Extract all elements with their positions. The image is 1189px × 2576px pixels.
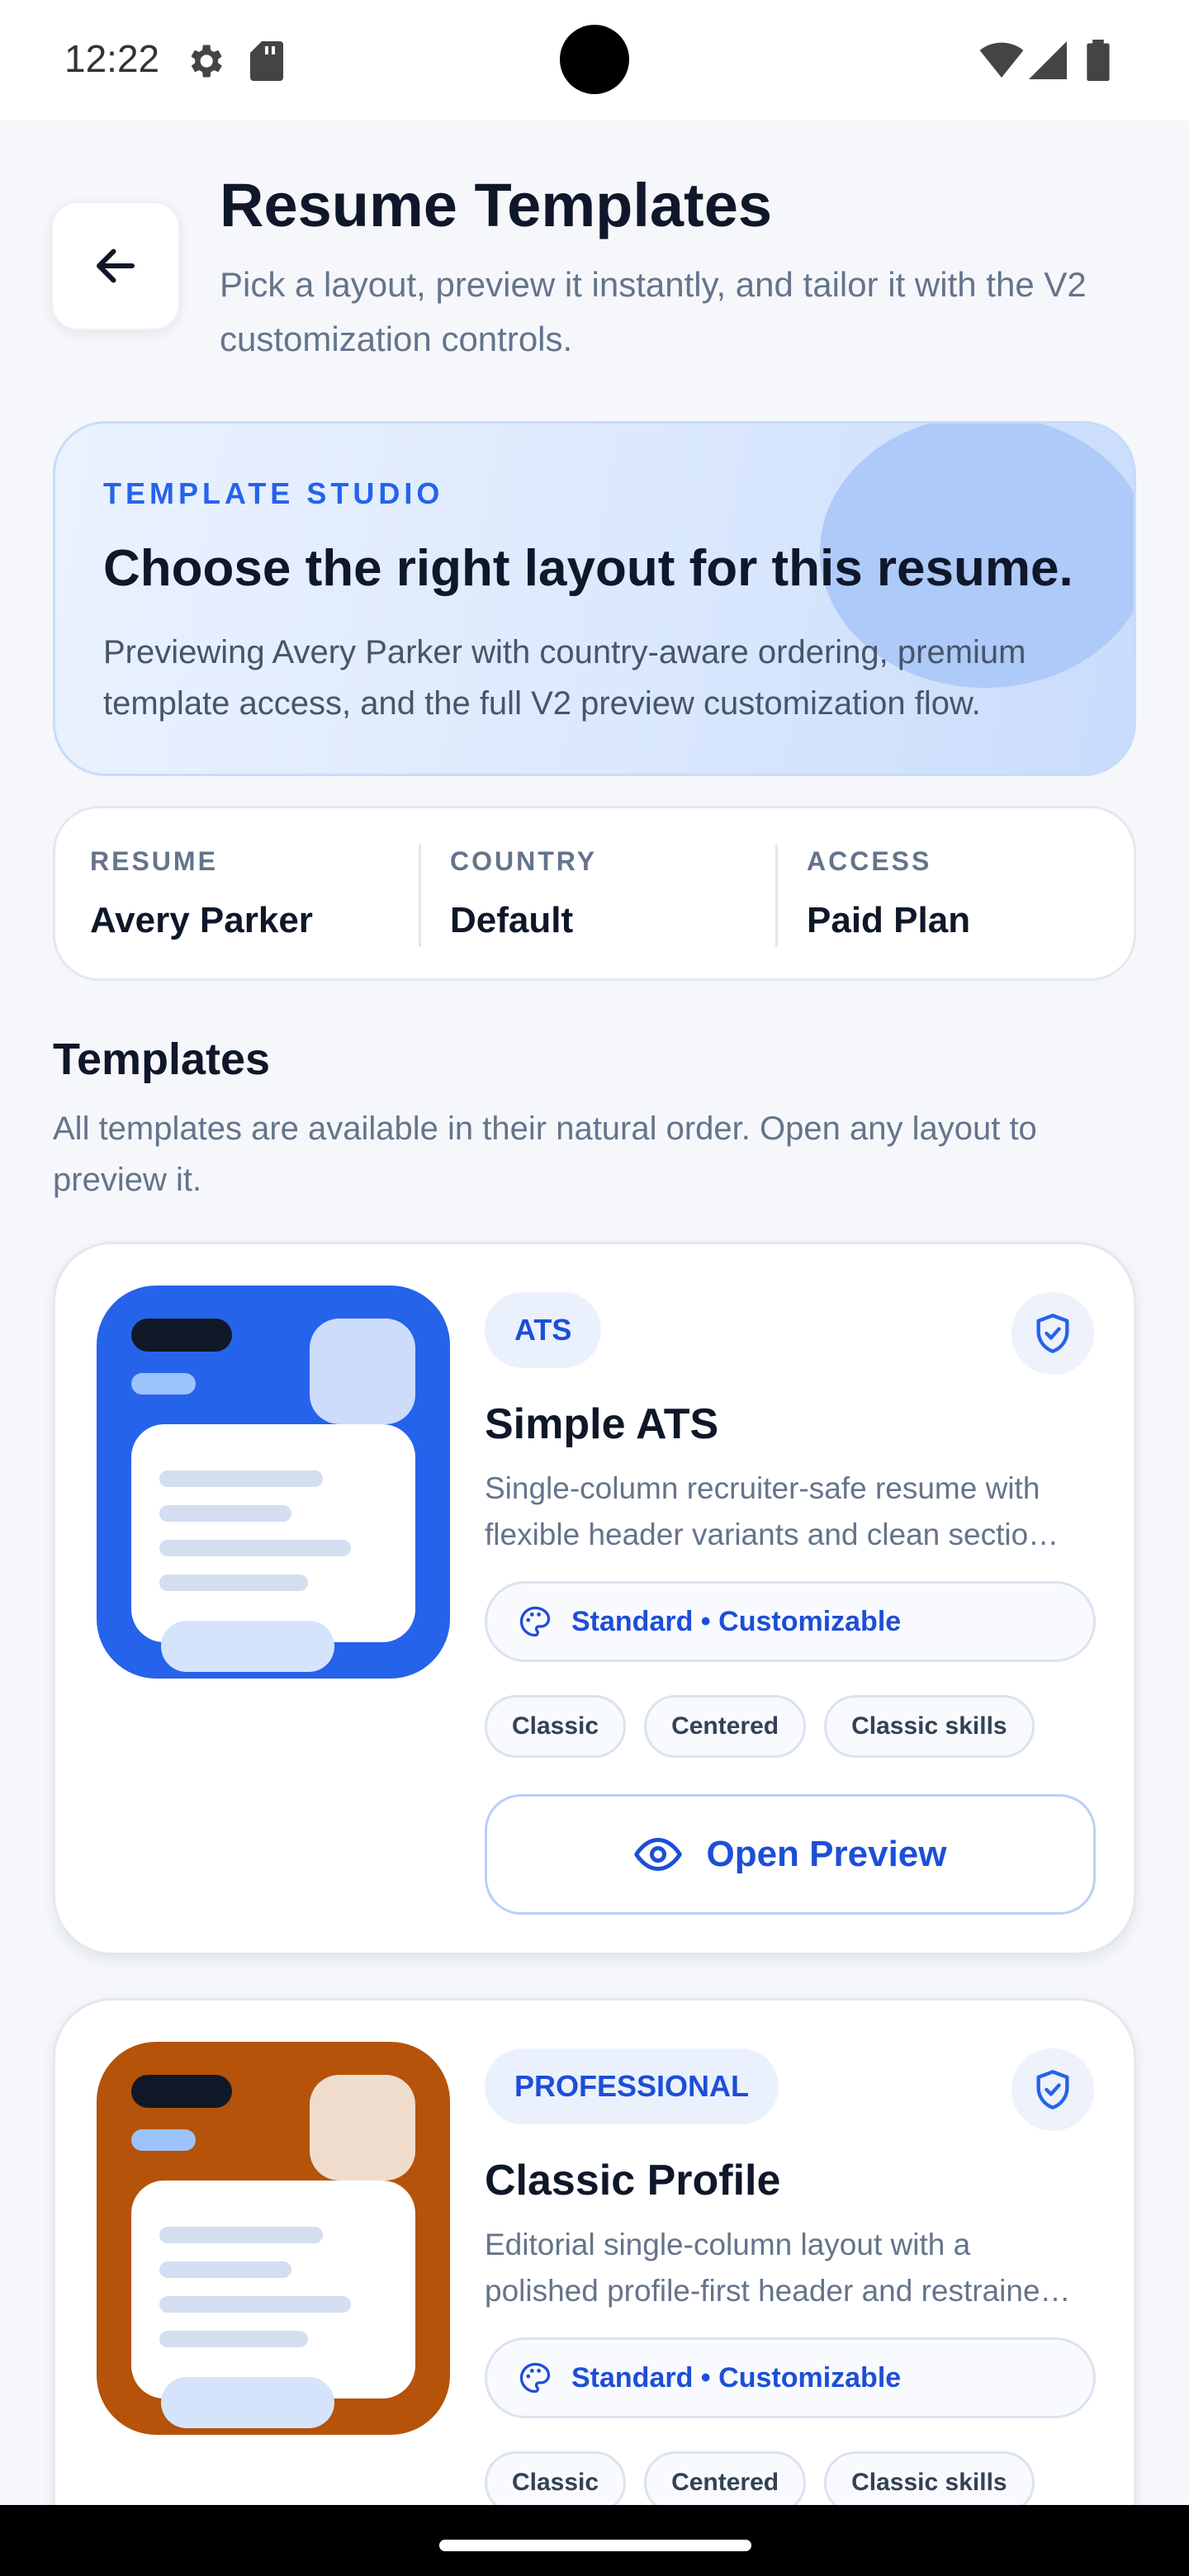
open-preview-label: Open Preview <box>706 1834 947 1874</box>
template-description: Editorial single-column layout with a po… <box>485 2222 1096 2314</box>
eye-icon <box>634 1838 683 1871</box>
template-name: Simple ATS <box>485 1400 719 1448</box>
home-gesture-handle[interactable] <box>439 2540 751 2551</box>
system-navigation-bar <box>0 2505 1189 2576</box>
info-value: Default <box>450 900 574 940</box>
thumb-line <box>159 2296 351 2313</box>
option-chip: Classic skills <box>824 1695 1035 1758</box>
thumb-line <box>159 1505 291 1522</box>
info-value: Paid Plan <box>807 900 971 940</box>
thumb-shape <box>131 1373 196 1395</box>
shield-check-icon <box>1036 2070 1069 2110</box>
template-studio-hero: TEMPLATE STUDIO Choose the right layout … <box>53 421 1136 776</box>
thumb-shape <box>310 2075 415 2181</box>
template-thumbnail[interactable] <box>97 2042 450 2435</box>
open-preview-button[interactable]: Open Preview <box>485 1794 1096 1915</box>
ats-verified-badge <box>1011 2048 1094 2131</box>
thumb-line <box>159 1540 351 1556</box>
thumb-shape <box>131 1319 232 1352</box>
cell-signal-icon <box>1029 41 1067 79</box>
battery-icon <box>1087 40 1110 81</box>
hero-description: Previewing Avery Parker with country-awa… <box>103 634 1026 722</box>
description-line: polished profile-first header and restra… <box>485 2274 1071 2308</box>
customization-badge: Standard • Customizable <box>485 1581 1096 1662</box>
template-options: Classic Centered Classic skills <box>485 1695 1035 1758</box>
palette-icon <box>519 1606 551 1637</box>
thumb-shape <box>131 2075 232 2108</box>
thumb-shape <box>310 1319 415 1424</box>
info-label: COUNTRY <box>450 846 598 876</box>
info-country: COUNTRY Default <box>450 846 597 941</box>
thumb-paper <box>131 2181 415 2398</box>
info-label: ACCESS <box>807 846 932 876</box>
thumb-line <box>159 1470 323 1487</box>
resume-info-card: RESUME Avery Parker COUNTRY Default ACCE… <box>53 806 1136 981</box>
template-card-classic-profile[interactable]: PROFESSIONAL Classic Profile Editorial s… <box>53 1998 1136 2576</box>
customization-badge: Standard • Customizable <box>485 2337 1096 2418</box>
thumb-shape <box>161 1621 334 1672</box>
page-title: Resume Templates <box>220 171 772 239</box>
feature-label: Standard • Customizable <box>571 1605 902 1637</box>
thumb-line <box>159 1574 308 1591</box>
template-thumbnail[interactable] <box>97 1286 450 1679</box>
camera-cutout <box>560 25 629 94</box>
thumb-shape <box>131 2129 196 2151</box>
description-line: flexible header variants and clean secti… <box>485 1518 1059 1551</box>
category-badge: PROFESSIONAL <box>485 2048 779 2124</box>
description-line: Single-column recruiter-safe resume with <box>485 1471 1040 1505</box>
page-subtitle: Pick a layout, preview it instantly, and… <box>220 265 1087 358</box>
template-name: Classic Profile <box>485 2157 781 2204</box>
thumb-line <box>159 2331 308 2347</box>
ats-verified-badge <box>1011 1292 1094 1375</box>
back-button[interactable] <box>51 201 180 330</box>
section-title: Templates <box>53 1035 271 1084</box>
feature-label: Standard • Customizable <box>571 2361 902 2394</box>
template-description: Single-column recruiter-safe resume with… <box>485 1466 1096 1558</box>
hero-title: Choose the right layout for this resume. <box>103 540 1073 597</box>
wifi-icon <box>979 42 1024 78</box>
divider <box>419 845 421 947</box>
info-access: ACCESS Paid Plan <box>807 846 970 941</box>
thumb-shape <box>161 2377 334 2428</box>
divider <box>775 845 778 947</box>
settings-gear-icon <box>191 45 222 78</box>
description-line: Editorial single-column layout with a <box>485 2228 971 2261</box>
option-chip: Centered <box>644 1695 807 1758</box>
category-badge: ATS <box>485 1292 602 1368</box>
hero-eyebrow: TEMPLATE STUDIO <box>103 476 444 510</box>
info-resume: RESUME Avery Parker <box>90 846 313 941</box>
palette-icon <box>519 2362 551 2394</box>
status-time: 12:22 <box>64 37 160 80</box>
template-card-simple-ats[interactable]: ATS Simple ATS Single-column recruiter-s… <box>53 1242 1136 1955</box>
sd-card-icon <box>250 41 283 81</box>
thumb-paper <box>131 1424 415 1642</box>
info-label: RESUME <box>90 846 218 876</box>
thumb-line <box>159 2227 323 2243</box>
shield-check-icon <box>1036 1314 1069 1353</box>
status-bar: 12:22 <box>0 0 1189 121</box>
info-value: Avery Parker <box>90 900 313 940</box>
option-chip: Classic <box>485 1695 627 1758</box>
section-description: All templates are available in their nat… <box>53 1110 1037 1198</box>
arrow-left-icon <box>97 249 135 283</box>
thumb-line <box>159 2261 291 2278</box>
